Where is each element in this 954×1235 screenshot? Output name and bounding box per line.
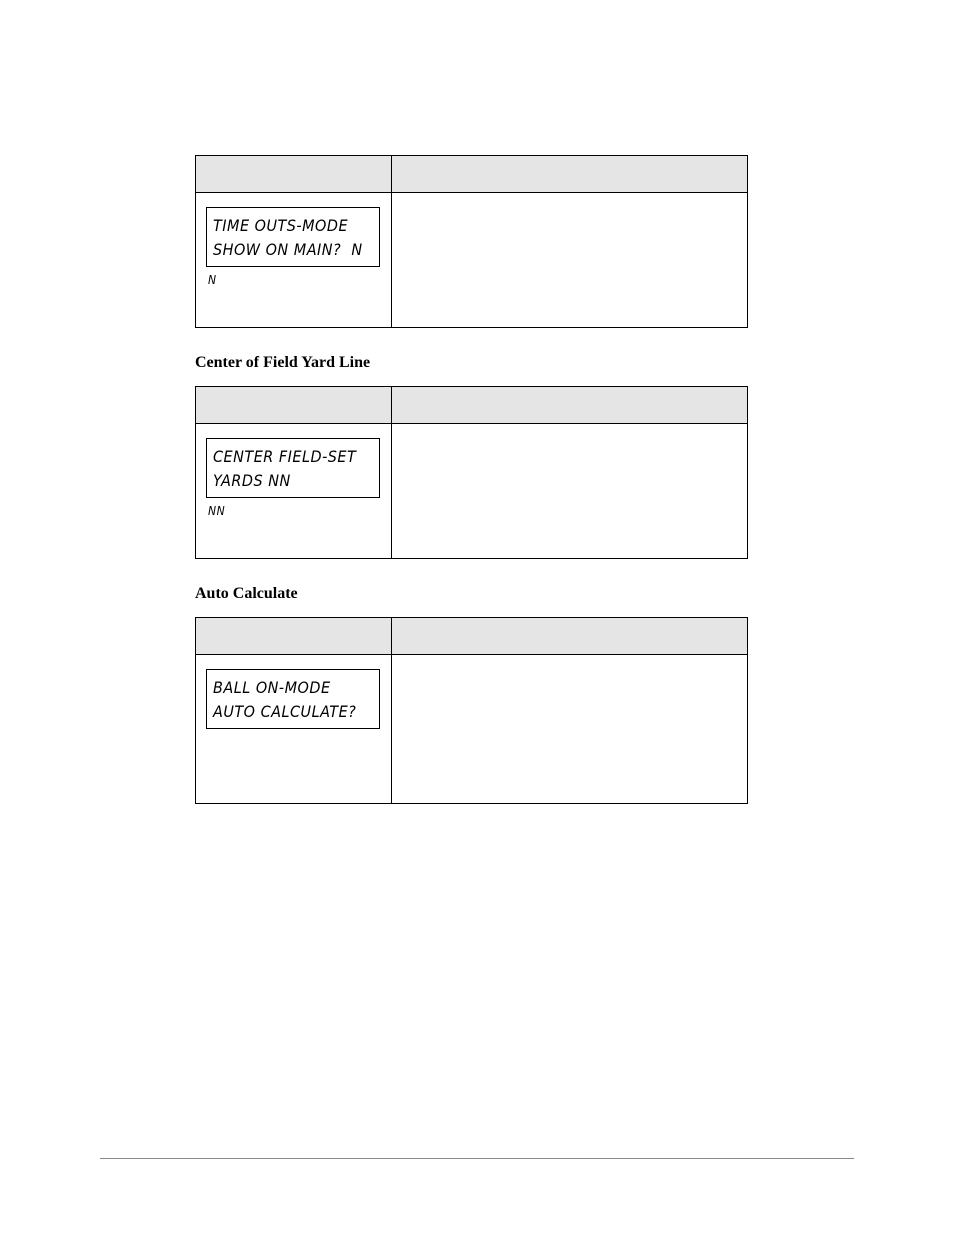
footer-rule [100, 1158, 854, 1159]
lcd-cell: TIME OUTS-MODE SHOW ON MAIN? N N [196, 193, 392, 328]
table-header-body [392, 387, 748, 424]
lcd-display: CENTER FIELD-SET YARDS NN [206, 438, 380, 498]
heading-auto-calculate: Auto Calculate [195, 585, 764, 603]
lcd-display: TIME OUTS-MODE SHOW ON MAIN? N [206, 207, 380, 267]
lcd-cell: BALL ON-MODE AUTO CALCULATE? [196, 655, 392, 804]
table-header-lcd [196, 618, 392, 655]
table-auto-calculate: BALL ON-MODE AUTO CALCULATE? [195, 617, 748, 804]
lcd-display: BALL ON-MODE AUTO CALCULATE? [206, 669, 380, 729]
description-cell [392, 655, 748, 804]
description-cell [392, 193, 748, 328]
lcd-default-value: N [206, 273, 381, 287]
lcd-line1: TIME OUTS-MODE [213, 216, 348, 235]
description-cell [392, 424, 748, 559]
lcd-line2: YARDS NN [213, 471, 291, 490]
lcd-line1: CENTER FIELD-SET [213, 447, 356, 466]
lcd-line2: AUTO CALCULATE? [213, 702, 356, 721]
table-timeouts-mode: TIME OUTS-MODE SHOW ON MAIN? N N [195, 155, 748, 328]
table-header-lcd [196, 387, 392, 424]
lcd-default-value: NN [206, 504, 381, 518]
lcd-line2: SHOW ON MAIN? N [213, 240, 363, 259]
table-header-body [392, 156, 748, 193]
lcd-line1: BALL ON-MODE [213, 678, 331, 697]
heading-center-field: Center of Field Yard Line [195, 354, 764, 372]
table-header-lcd [196, 156, 392, 193]
lcd-cell: CENTER FIELD-SET YARDS NN NN [196, 424, 392, 559]
table-header-body [392, 618, 748, 655]
table-center-field: CENTER FIELD-SET YARDS NN NN [195, 386, 748, 559]
